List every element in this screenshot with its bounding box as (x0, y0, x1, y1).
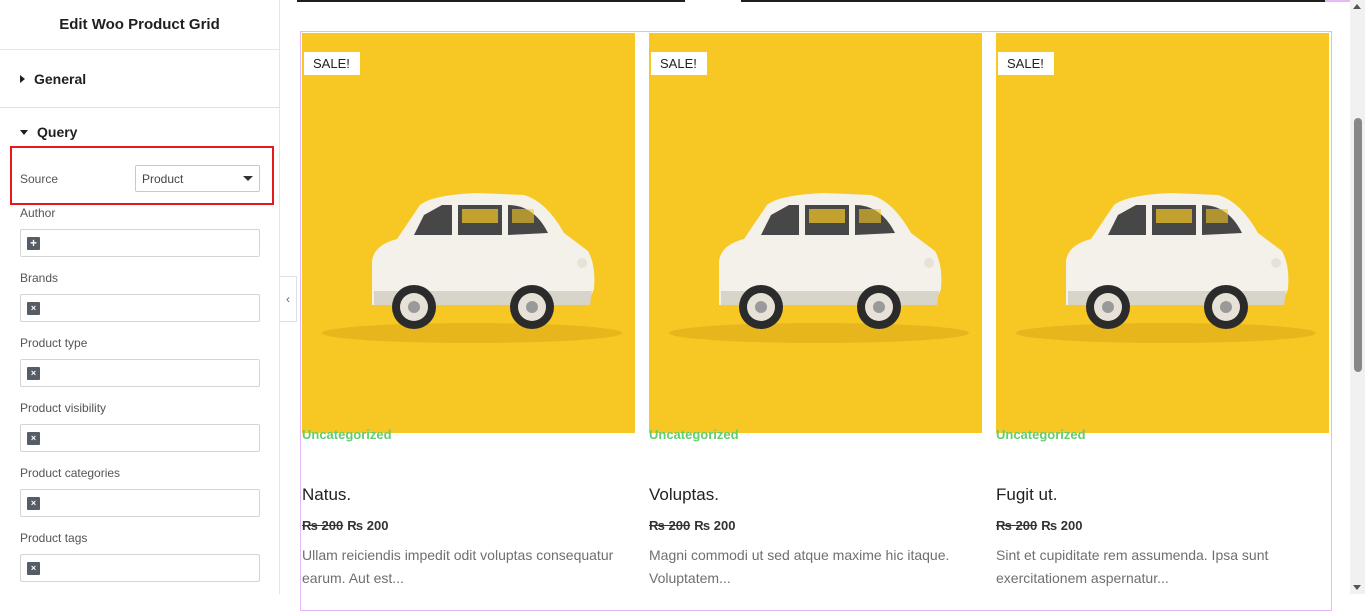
product-type-label: Product type (20, 336, 88, 350)
section-general-label: General (34, 70, 87, 87)
product-tags-field[interactable]: × (20, 554, 260, 582)
product-title[interactable]: Voluptas. (649, 485, 719, 505)
product-categories-field[interactable]: × (20, 489, 260, 517)
sale-badge: SALE! (304, 52, 360, 75)
product-visibility-field[interactable]: × (20, 424, 260, 452)
product-category[interactable]: Uncategorized (649, 427, 739, 442)
product-categories-label: Product categories (20, 466, 121, 480)
editor-panel: Edit Woo Product Grid General Query Sour… (0, 0, 280, 594)
product-title[interactable]: Natus. (302, 485, 351, 505)
scroll-thumb[interactable] (1354, 118, 1362, 372)
product-description: Ullam reiciendis impedit odit voluptas c… (302, 547, 614, 586)
source-select[interactable]: Product (135, 165, 260, 192)
product-image[interactable]: SALE! (302, 33, 635, 433)
top-border-gap (685, 0, 741, 3)
remove-icon[interactable]: × (27, 431, 40, 445)
product-price: ₨ 200 ₨ 200 (996, 518, 1082, 533)
remove-icon[interactable]: × (27, 561, 40, 575)
caret-right-icon (20, 74, 25, 83)
top-border-accent (1325, 0, 1352, 2)
old-price: ₨ 200 (649, 518, 691, 533)
old-price: ₨ 200 (996, 518, 1038, 533)
plus-icon[interactable]: + (27, 236, 40, 250)
brands-field[interactable]: × (20, 294, 260, 322)
top-border (297, 0, 1327, 2)
source-select-value: Product (142, 171, 184, 186)
sale-price: ₨ 200 (347, 518, 389, 533)
product-visibility-label: Product visibility (20, 401, 107, 415)
old-price: ₨ 200 (302, 518, 344, 533)
source-control: Source Product (20, 165, 260, 192)
brands-label: Brands (20, 271, 59, 285)
product-image[interactable]: SALE! (996, 33, 1329, 433)
car-icon (669, 193, 969, 343)
remove-icon[interactable]: × (27, 496, 40, 510)
caret-down-icon (20, 129, 28, 135)
product-card[interactable]: SALE! (649, 33, 982, 433)
scrollbar[interactable] (1350, 0, 1365, 594)
product-card[interactable]: SALE! (302, 33, 635, 433)
product-image[interactable]: SALE! (649, 33, 982, 433)
sale-badge: SALE! (998, 52, 1054, 75)
product-price: ₨ 200 ₨ 200 (302, 518, 388, 533)
product-category[interactable]: Uncategorized (302, 427, 392, 442)
product-type-field[interactable]: × (20, 359, 260, 387)
source-label: Source (20, 171, 59, 186)
car-icon (322, 193, 622, 343)
scroll-up-icon[interactable] (1353, 4, 1361, 9)
product-price: ₨ 200 ₨ 200 (649, 518, 735, 533)
chevron-down-icon (243, 176, 253, 181)
product-description: Sint et cupiditate rem assumenda. Ipsa s… (996, 547, 1269, 586)
collapse-panel-button[interactable]: ‹ (280, 276, 297, 322)
product-description: Magni commodi ut sed atque maxime hic it… (649, 547, 950, 586)
remove-icon[interactable]: × (27, 301, 40, 315)
section-query-label: Query (37, 124, 78, 140)
sale-price: ₨ 200 (1041, 518, 1083, 533)
remove-icon[interactable]: × (27, 366, 40, 380)
sale-badge: SALE! (651, 52, 707, 75)
scroll-down-icon[interactable] (1353, 585, 1361, 590)
product-tags-label: Product tags (20, 531, 88, 545)
sale-price: ₨ 200 (694, 518, 736, 533)
panel-title: Edit Woo Product Grid (0, 0, 279, 50)
product-card[interactable]: SALE! (996, 33, 1329, 433)
author-field[interactable]: + (20, 229, 260, 257)
product-category[interactable]: Uncategorized (996, 427, 1086, 442)
author-label: Author (20, 206, 56, 220)
section-general[interactable]: General (0, 50, 279, 108)
car-icon (1016, 193, 1316, 343)
chevron-left-icon: ‹ (286, 292, 290, 306)
product-title[interactable]: Fugit ut. (996, 485, 1057, 505)
